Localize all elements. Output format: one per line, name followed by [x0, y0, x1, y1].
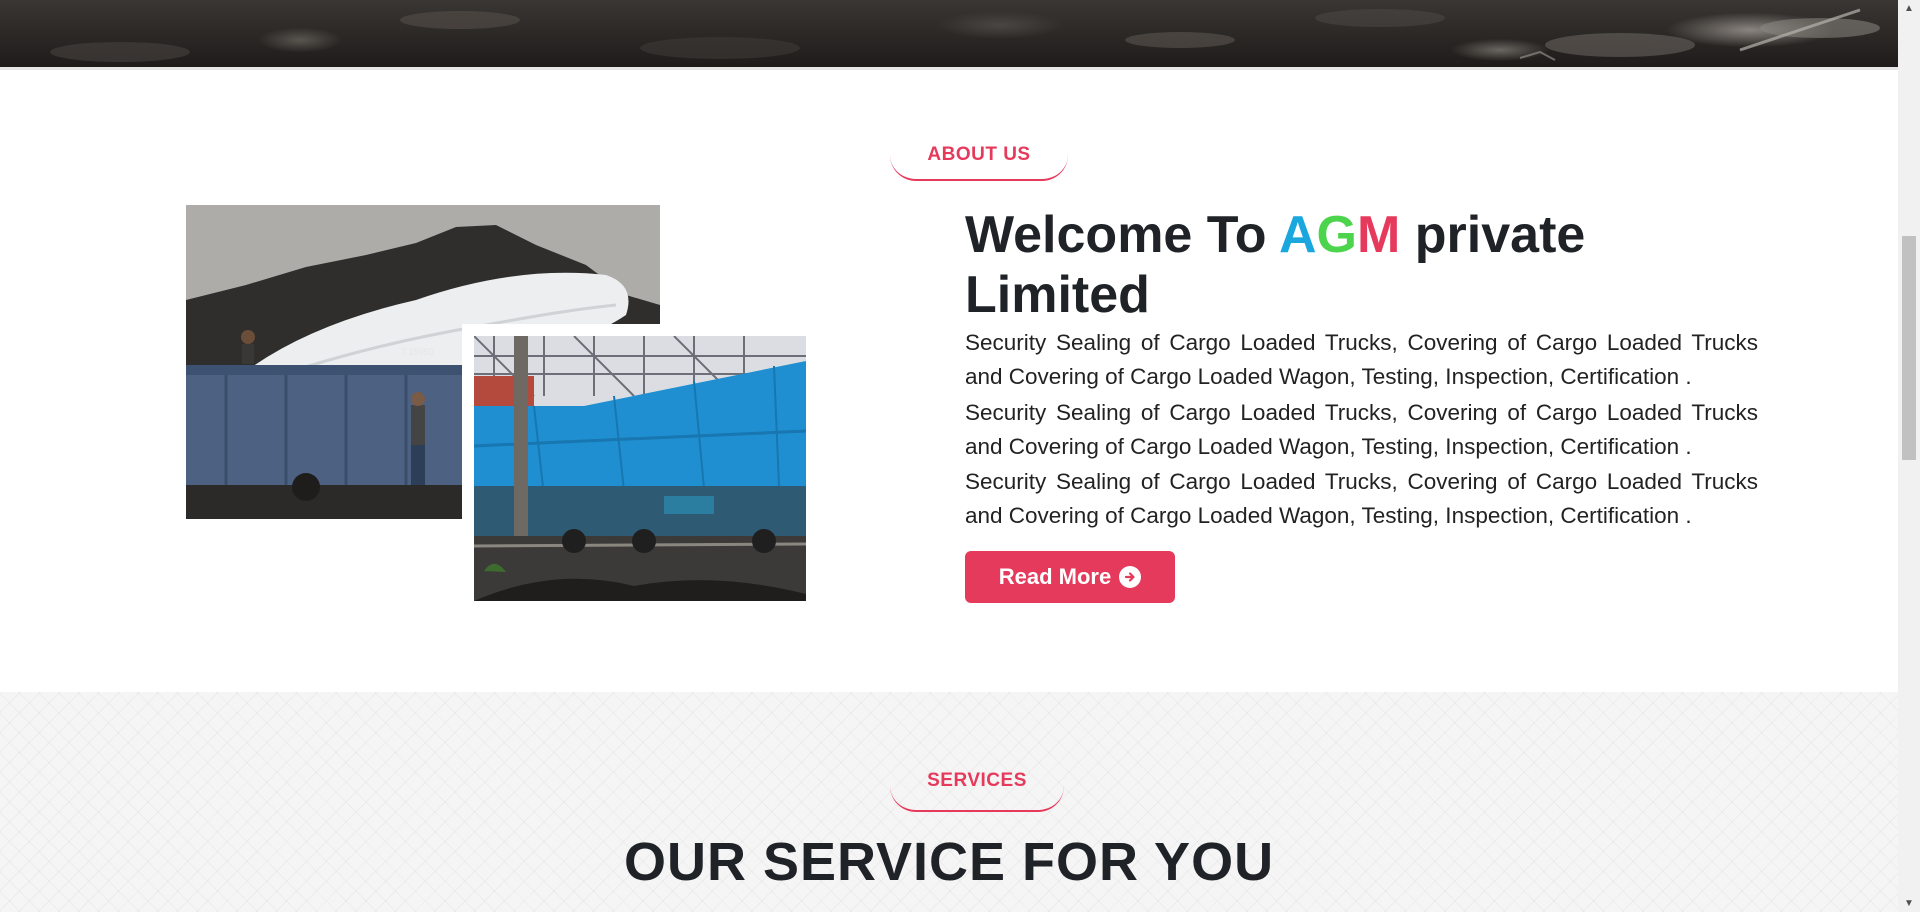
services-tag: SERVICES: [890, 692, 1064, 812]
page-scrollbar[interactable]: ▲ ▼: [1898, 0, 1920, 912]
about-us-tag: ABOUT US: [890, 131, 1068, 181]
hero-banner-image: [0, 0, 1898, 70]
welcome-prefix: Welcome To: [965, 206, 1279, 264]
read-more-label: Read More: [998, 564, 1112, 589]
scrollbar-thumb[interactable]: [1902, 236, 1916, 460]
about-paragraph: Security Sealing of Cargo Loaded Trucks,…: [965, 400, 1758, 459]
services-section: SERVICES OUR SERVICE FOR YOU: [0, 692, 1898, 912]
about-section: ABOUT US 7 18950 Welcome To AGM private …: [0, 70, 1898, 692]
arrow-circle-right-icon: [1119, 566, 1142, 588]
brand-letter-m: M: [1357, 206, 1401, 264]
read-more-button[interactable]: Read More: [965, 551, 1175, 603]
page: ABOUT US 7 18950 Welcome To AGM private …: [0, 0, 1898, 912]
scroll-down-arrow-icon[interactable]: ▼: [1898, 895, 1920, 912]
scroll-up-arrow-icon[interactable]: ▲: [1898, 0, 1920, 17]
wagon-blue-cover-photo-frame: [462, 324, 806, 601]
welcome-heading: Welcome To AGM private Limited: [965, 205, 1765, 325]
svg-text:7 18950: 7 18950: [401, 347, 434, 357]
about-paragraph: Security Sealing of Cargo Loaded Trucks,…: [965, 330, 1758, 389]
about-paragraph: Security Sealing of Cargo Loaded Trucks,…: [965, 469, 1758, 528]
brand-letter-g: G: [1316, 206, 1357, 264]
services-title: OUR SERVICE FOR YOU: [623, 832, 1275, 892]
wagon-blue-cover-photo: [474, 336, 806, 601]
brand-letter-a: A: [1278, 206, 1317, 264]
